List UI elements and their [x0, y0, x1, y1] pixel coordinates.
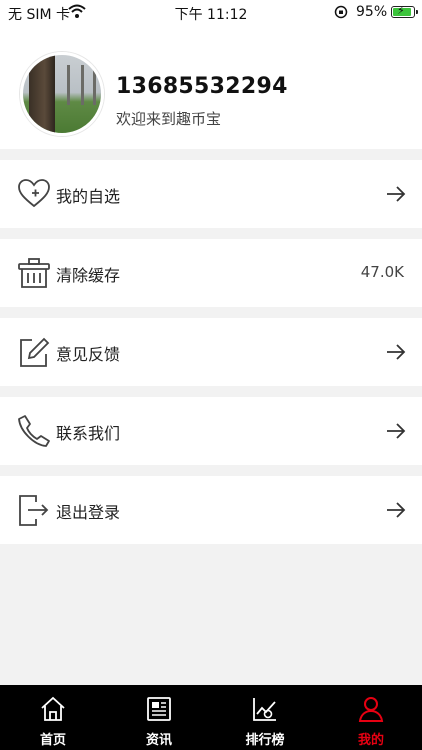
trash-basket-icon — [18, 258, 50, 288]
menu-item-feedback[interactable]: 意见反馈 — [0, 318, 422, 386]
news-icon — [147, 697, 171, 721]
arrow-right-icon — [387, 502, 406, 518]
menu-item-label: 联系我们 — [56, 424, 121, 443]
user-phone: 13685532294 — [116, 74, 288, 99]
menu-item-contact[interactable]: 联系我们 — [0, 397, 422, 465]
menu-item-favorites[interactable]: 我的自选 — [0, 160, 422, 228]
phone-icon — [18, 415, 50, 447]
profile-header: 13685532294 欢迎来到趣币宝 — [0, 24, 422, 149]
tab-home[interactable]: 首页 — [0, 685, 106, 750]
edit-note-icon — [20, 337, 50, 367]
menu-item-label: 意见反馈 — [56, 345, 121, 364]
arrow-right-icon — [387, 344, 406, 360]
arrow-right-icon — [387, 186, 406, 202]
rotation-lock-icon — [334, 5, 348, 19]
menu-item-logout[interactable]: 退出登录 — [0, 476, 422, 544]
tab-label: 我的 — [357, 733, 384, 748]
ranking-chart-icon — [253, 698, 276, 721]
logout-icon — [19, 495, 49, 526]
menu-item-label: 清除缓存 — [56, 266, 121, 285]
home-icon — [41, 696, 65, 721]
tab-bar: 首页 资讯 排行榜 我的 — [0, 685, 422, 750]
battery-percent: 95% — [356, 4, 388, 20]
user-icon — [358, 697, 384, 722]
tab-news[interactable]: 资讯 — [106, 685, 212, 750]
arrow-right-icon — [387, 423, 406, 439]
welcome-text: 欢迎来到趣币宝 — [116, 110, 222, 128]
cache-size: 47.0K — [360, 263, 404, 281]
tab-mine[interactable]: 我的 — [318, 685, 422, 750]
status-bar: 无 SIM 卡 下午 11:12 95% ⚡ — [0, 0, 422, 24]
avatar[interactable] — [20, 52, 104, 136]
battery-icon: ⚡ — [391, 4, 418, 18]
tab-ranking[interactable]: 排行榜 — [212, 685, 318, 750]
tab-label: 排行榜 — [245, 733, 285, 748]
tab-label: 首页 — [39, 733, 66, 748]
menu-item-label: 我的自选 — [56, 187, 121, 206]
menu-item-clear-cache[interactable]: 清除缓存 47.0K — [0, 239, 422, 307]
tab-label: 资讯 — [145, 733, 172, 748]
menu-item-label: 退出登录 — [56, 503, 121, 522]
heart-plus-icon — [18, 179, 50, 208]
